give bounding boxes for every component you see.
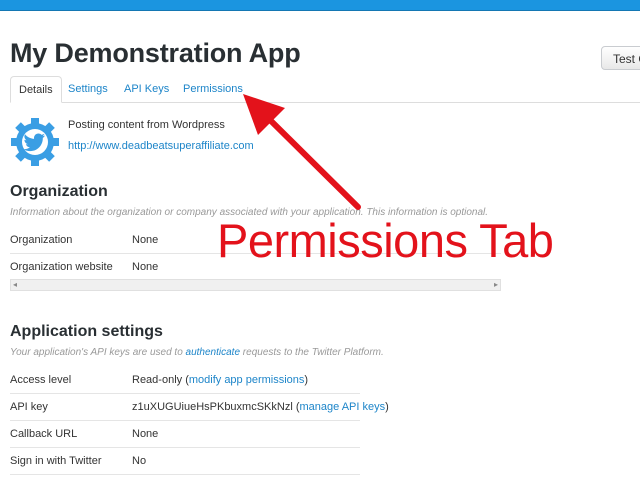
- tab-permissions[interactable]: Permissions: [175, 76, 251, 102]
- row-value: Read-only (modify app permissions): [132, 374, 309, 386]
- annotation-label: Permissions Tab: [217, 214, 554, 267]
- twitter-bird-gear-icon: [11, 118, 59, 166]
- application-settings-note: Your application's API keys are used to …: [10, 347, 384, 358]
- organization-heading: Organization: [10, 183, 108, 200]
- row-value: z1uXUGUiueHsPKbuxmcSKkNzl (manage API ke…: [132, 401, 389, 413]
- application-settings-heading: Application settings: [10, 323, 163, 340]
- scroll-right-icon[interactable]: ▸: [494, 280, 498, 290]
- tab-details[interactable]: Details: [10, 76, 62, 103]
- table-row: Sign in with Twitter No: [10, 447, 360, 475]
- scroll-left-icon[interactable]: ◂: [13, 280, 17, 290]
- horizontal-scrollbar[interactable]: ◂ ▸: [10, 279, 501, 291]
- authenticate-link[interactable]: authenticate: [186, 347, 241, 358]
- row-label: Callback URL: [10, 428, 78, 440]
- test-oauth-button[interactable]: Test O: [601, 46, 640, 70]
- row-label: Access level: [10, 374, 72, 386]
- page-title: My Demonstration App: [10, 38, 301, 68]
- row-value: None: [132, 428, 159, 440]
- app-website-link[interactable]: http://www.deadbeatsuperaffiliate.com: [68, 140, 254, 152]
- row-label: Organization website: [10, 261, 113, 273]
- row-value: None: [132, 234, 159, 246]
- app-description: Posting content from Wordpress: [68, 119, 225, 131]
- manage-api-keys-link[interactable]: manage API keys: [300, 401, 386, 413]
- tab-bar: Details Settings API Keys Permissions: [10, 76, 640, 103]
- tab-api-keys[interactable]: API Keys: [116, 76, 177, 102]
- tab-settings[interactable]: Settings: [60, 76, 116, 102]
- row-value: No: [132, 455, 147, 467]
- row-label: Organization: [10, 234, 73, 246]
- modify-app-permissions-link[interactable]: modify app permissions: [189, 374, 305, 386]
- table-row: Callback URL None: [10, 420, 360, 448]
- row-label: Sign in with Twitter: [10, 455, 102, 467]
- row-value: None: [132, 261, 159, 273]
- table-row: Access level Read-only (modify app permi…: [10, 366, 360, 394]
- table-row: API key z1uXUGUiueHsPKbuxmcSKkNzl (manag…: [10, 393, 389, 421]
- row-label: API key: [10, 401, 48, 413]
- top-bar: [0, 0, 640, 11]
